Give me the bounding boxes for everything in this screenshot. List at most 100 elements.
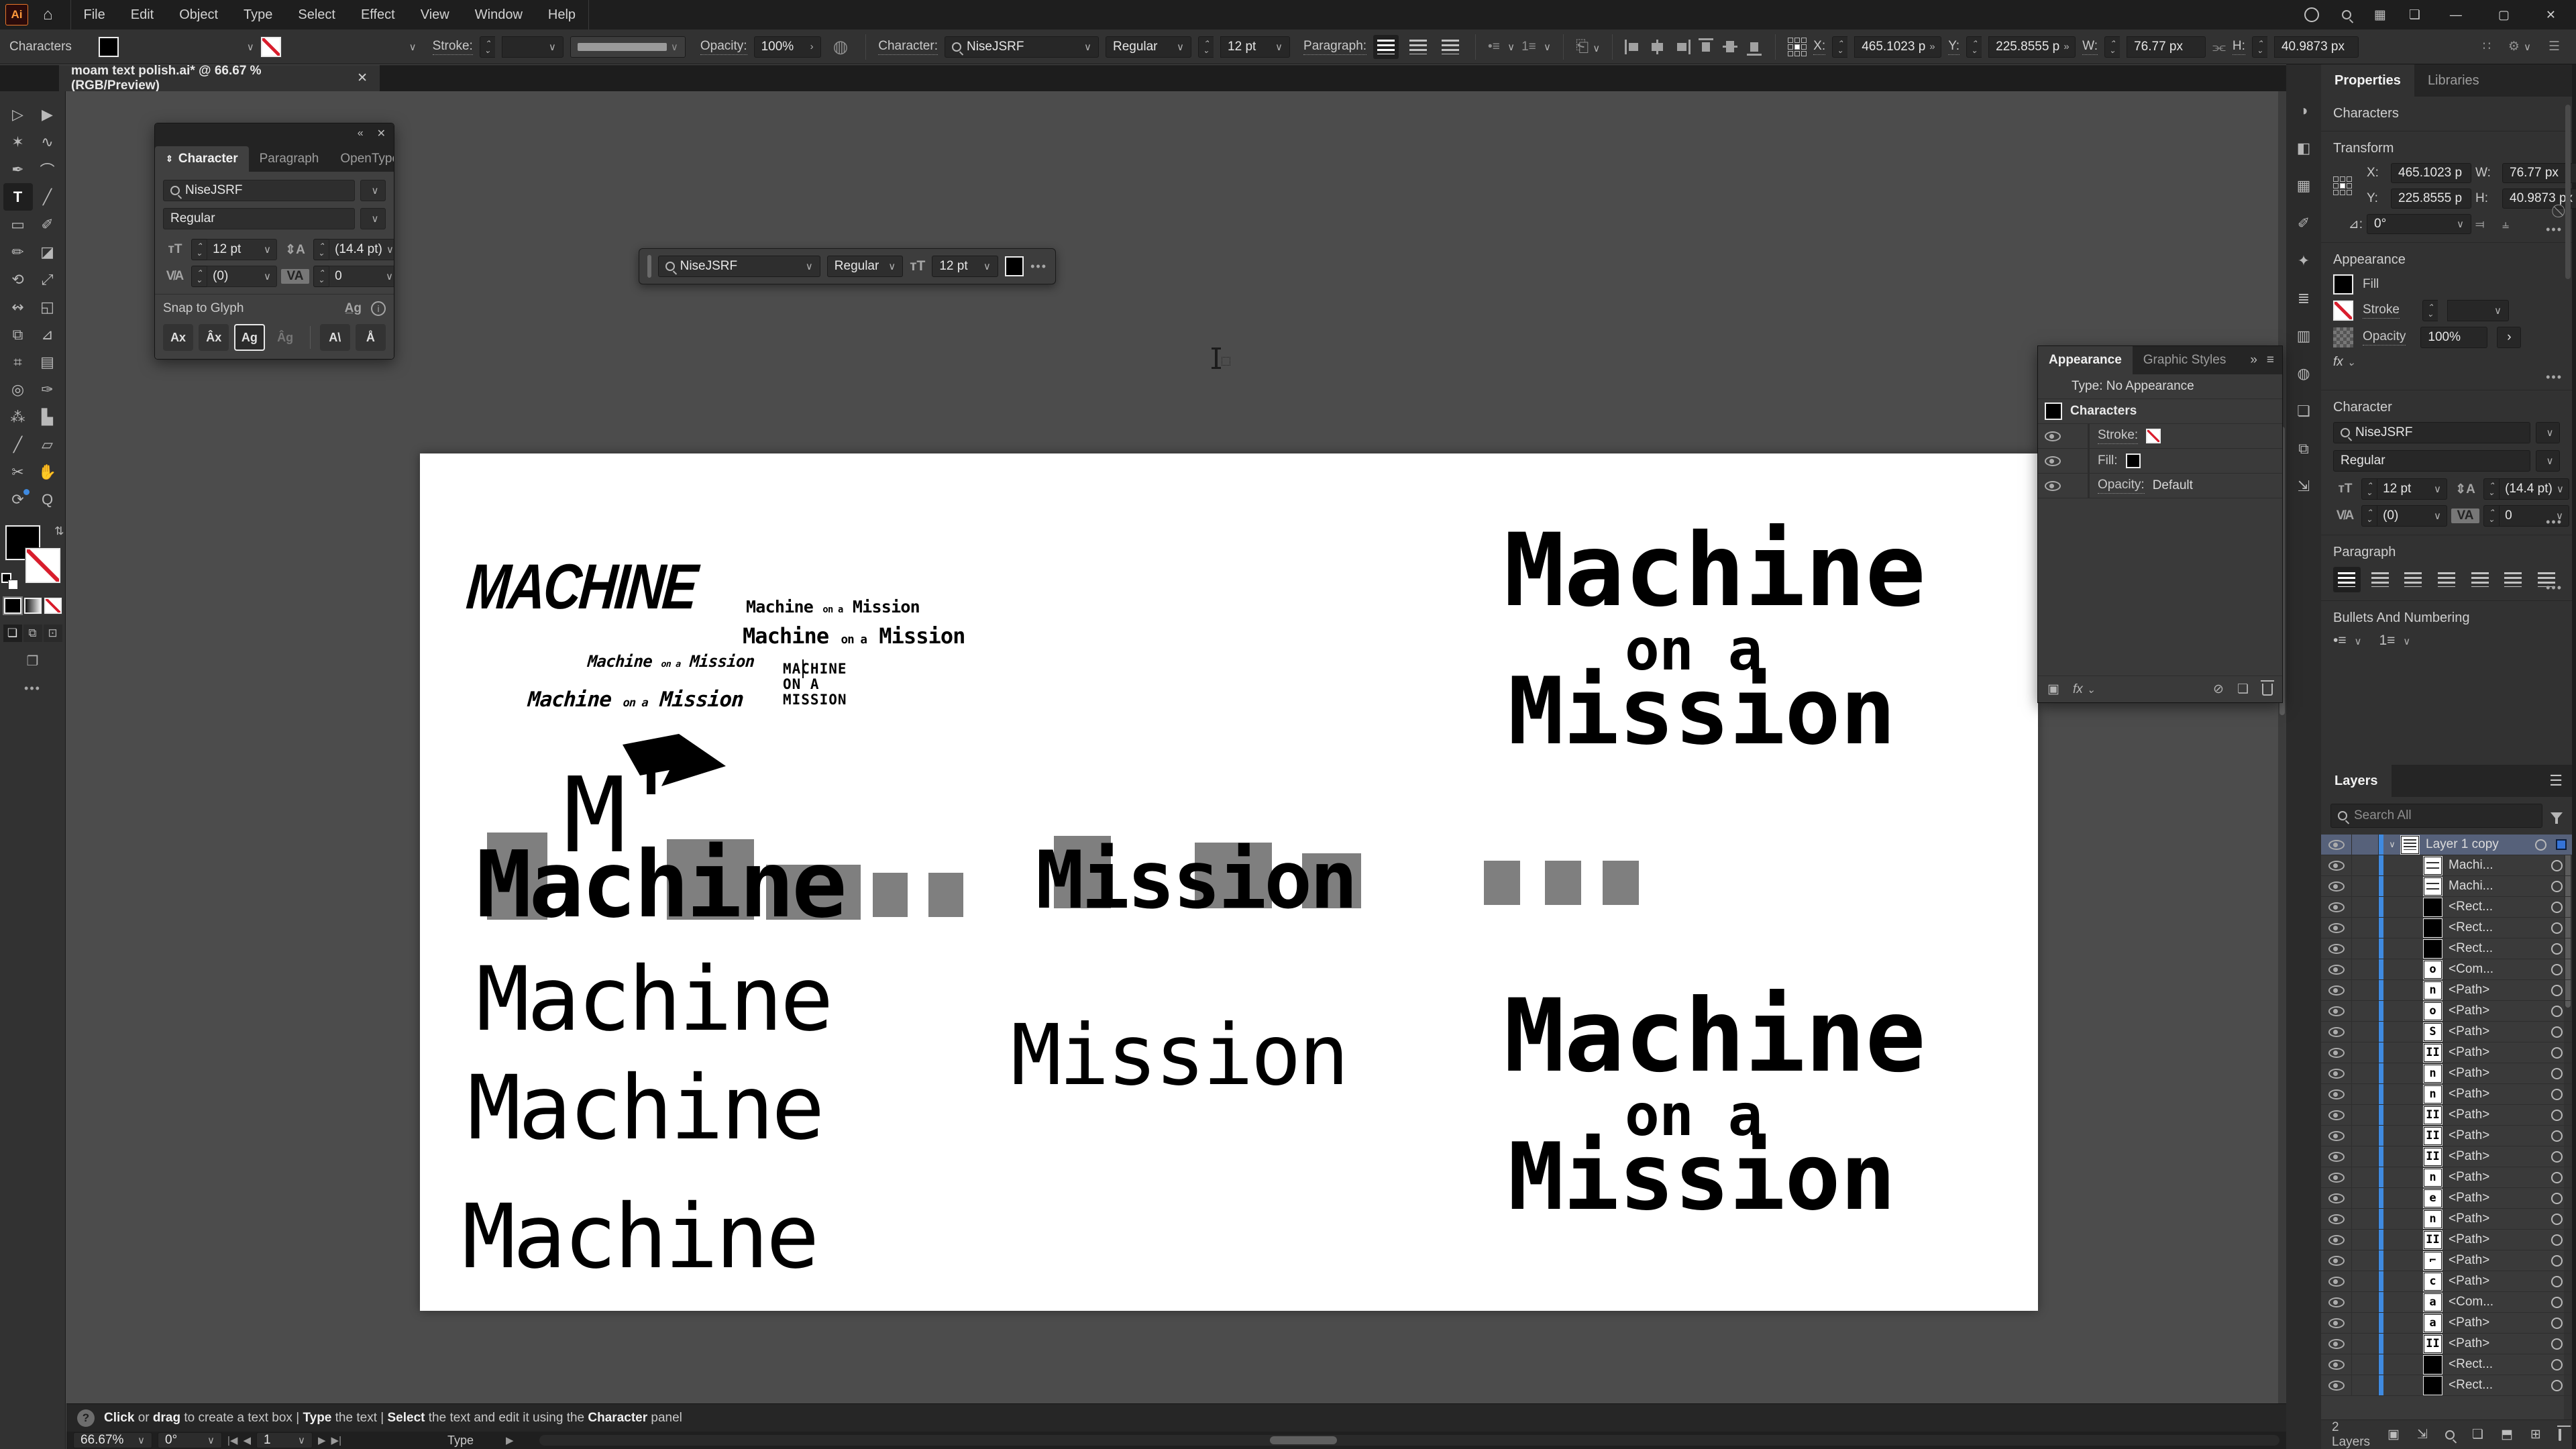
cp-tracking-control[interactable]: ⌃⌄0∨ [313, 266, 394, 287]
visibility-eye-icon[interactable] [2328, 881, 2345, 892]
align-right-button[interactable] [1438, 35, 1463, 59]
visibility-eye-icon[interactable] [2328, 1339, 2345, 1349]
font-family-chevron[interactable]: ∨ [2536, 422, 2560, 443]
zoom-tool[interactable]: Q [33, 486, 62, 513]
lock-cell[interactable] [2352, 1271, 2379, 1291]
h-field[interactable]: 40.9873 px [2274, 36, 2359, 58]
layer-row[interactable]: <Rect... [2321, 918, 2572, 938]
add-new-stroke-icon[interactable]: ▣ [2047, 682, 2059, 697]
layer-row[interactable]: n<Path> [2321, 1167, 2572, 1188]
layer-row[interactable]: o<Com... [2321, 959, 2572, 980]
lock-cell[interactable] [2352, 1105, 2379, 1125]
context-font-style-field[interactable]: Regular∨ [827, 256, 903, 277]
layer-label[interactable]: <Com... [2449, 962, 2493, 977]
layer-label[interactable]: <Path> [2449, 1336, 2489, 1351]
h-label[interactable]: H: [2233, 39, 2245, 55]
align-center-button[interactable] [1405, 35, 1431, 59]
visibility-eye-icon[interactable] [2328, 985, 2345, 996]
snap-xheight-button[interactable]: Âx [199, 324, 229, 351]
blend-tool[interactable]: ◎ [3, 376, 33, 403]
layer-label[interactable]: <Path> [2449, 1149, 2489, 1164]
panel-menu-icon[interactable]: ≡ [2267, 353, 2274, 368]
layer-row[interactable]: a<Com... [2321, 1292, 2572, 1313]
font-size-stepper[interactable]: ⌃⌄ [1198, 36, 1214, 58]
lock-cell[interactable] [2352, 1375, 2379, 1395]
visibility-eye-icon[interactable] [2328, 840, 2345, 850]
default-fill-stroke-icon[interactable] [1, 573, 11, 583]
color-guide-panel-icon[interactable]: ◧ [2297, 140, 2311, 157]
lock-cell[interactable] [2352, 1022, 2379, 1042]
lock-cell[interactable] [2352, 1313, 2379, 1333]
artboard[interactable]: MACHINE Machine on a Mission Machine on … [420, 453, 2038, 1311]
stroke-chevron-icon[interactable]: ∨ [405, 41, 417, 53]
canvas-text-machine-4[interactable]: Machine [462, 1193, 817, 1281]
canvas-arrow-glyph[interactable] [620, 730, 729, 794]
snap-glyph-bounds-button[interactable]: Ag [234, 324, 264, 351]
clear-appearance-icon[interactable]: ⊘ [2213, 682, 2224, 697]
column-graph-tool[interactable]: ▙ [33, 403, 62, 431]
layer-label[interactable]: <Path> [2449, 1253, 2489, 1268]
visibility-eye-icon[interactable] [2328, 1027, 2345, 1037]
direct-selection-tool[interactable]: ▶ [33, 101, 62, 128]
panel-menu-icon[interactable]: ☰ [2549, 765, 2572, 797]
font-family-field[interactable]: NiseJSRF∨ [945, 36, 1099, 58]
artboard-tool[interactable]: ▱ [33, 431, 62, 458]
font-size-field[interactable]: 12 pt∨ [1220, 36, 1290, 58]
layer-row[interactable]: n<Path> [2321, 1084, 2572, 1105]
tab-paragraph[interactable]: Paragraph [249, 146, 330, 172]
visibility-eye-icon[interactable] [2328, 1152, 2345, 1162]
fill-swatch[interactable] [99, 37, 119, 57]
bulleted-list-button[interactable]: •≡ ∨ [2333, 633, 2361, 649]
lock-cell[interactable] [2352, 1167, 2379, 1187]
canvas-text-moam-stacked-small[interactable]: Machine on a Mission [783, 661, 847, 708]
swatches-panel-icon[interactable]: ▦ [2297, 177, 2311, 195]
opacity-field[interactable]: 100% [2420, 327, 2487, 348]
new-layer-icon[interactable]: ⊞ [2530, 1427, 2541, 1442]
font-family-field[interactable]: NiseJSRF [2333, 422, 2530, 443]
tab-character[interactable]: ⇕Character [155, 146, 249, 172]
target-circle-icon[interactable] [2551, 1338, 2563, 1350]
visibility-eye-icon[interactable] [2328, 1048, 2345, 1058]
settings-icon[interactable]: ⚙∨ [2508, 39, 2531, 54]
layer-label[interactable]: <Path> [2449, 1170, 2489, 1185]
layer-row[interactable]: o<Path> [2321, 1001, 2572, 1022]
align-center-button[interactable] [2367, 567, 2394, 592]
brush-definition-dropdown[interactable]: ∨ [570, 36, 686, 58]
properties-scrollbar[interactable] [2565, 105, 2571, 279]
opacity-swatch[interactable] [2333, 327, 2353, 347]
status-options-icon[interactable]: ▶ [506, 1434, 514, 1446]
lock-cell[interactable] [2352, 1001, 2379, 1021]
context-fill-swatch[interactable] [1005, 256, 1024, 276]
layer-label[interactable]: <Path> [2449, 1004, 2489, 1018]
menu-effect[interactable]: Effect [348, 0, 408, 30]
align-horizontal-right-icon[interactable] [1673, 38, 1690, 56]
shape-builder-tool[interactable]: ⧉ [3, 321, 33, 348]
layer-row[interactable]: a<Path> [2321, 1313, 2572, 1334]
arrange-windows-icon[interactable]: ❏ [2409, 7, 2420, 23]
x-field[interactable]: 465.1023 p» [1854, 36, 1941, 58]
target-circle-icon[interactable] [2551, 985, 2563, 996]
previous-artboard-icon[interactable]: ◀ [243, 1434, 251, 1446]
home-icon[interactable]: ⌂ [43, 5, 53, 24]
target-circle-icon[interactable] [2551, 1026, 2563, 1038]
lock-cell[interactable] [2352, 835, 2379, 855]
visibility-eye-icon[interactable] [2328, 1193, 2345, 1203]
lock-cell[interactable] [2352, 1042, 2379, 1063]
lock-cell[interactable] [2352, 980, 2379, 1000]
envelope-distort-icon[interactable]: ⎗∨ [1576, 38, 1600, 56]
snap-anchor-button[interactable]: Å [356, 324, 386, 351]
canvas-text-moam-small[interactable]: Machine on a Mission [746, 598, 920, 615]
slice-tool[interactable]: ╱ [3, 431, 33, 458]
stroke-width-stepper[interactable]: ⌃⌄ [2422, 300, 2438, 321]
lock-cell[interactable] [2352, 855, 2379, 875]
visibility-eye-icon[interactable] [2328, 1214, 2345, 1224]
justify-last-center-button[interactable] [2466, 567, 2493, 592]
tab-opentype[interactable]: OpenType [329, 146, 394, 172]
target-circle-icon[interactable] [2551, 1380, 2563, 1391]
screen-mode-icon[interactable]: ❐ [0, 653, 65, 669]
mesh-tool[interactable]: ⌗ [3, 348, 33, 376]
canvas-text-moam-medium[interactable]: Machine on a Mission [743, 625, 965, 647]
cp-leading-control[interactable]: ⌃⌄(14.4 pt)∨ [313, 239, 394, 260]
y-stepper[interactable]: ⌃⌄ [1966, 36, 1982, 58]
layer-row[interactable]: <Rect... [2321, 938, 2572, 959]
